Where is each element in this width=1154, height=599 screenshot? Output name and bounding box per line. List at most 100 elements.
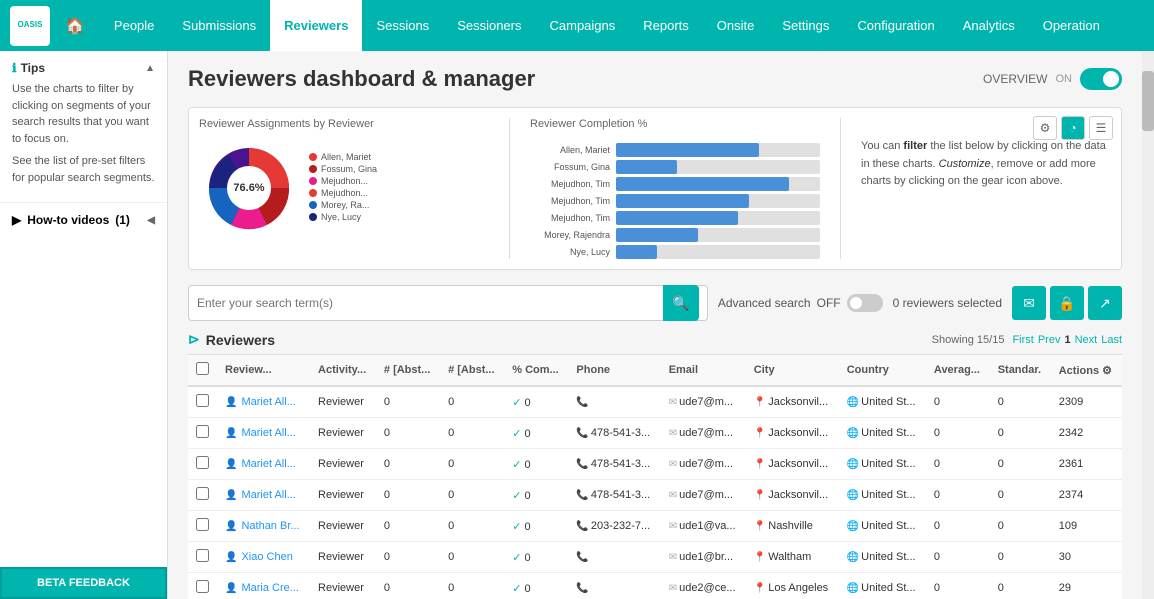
gear-icon-button[interactable]: ⚙ [1033, 116, 1057, 140]
row-email[interactable]: ✉ude7@m... [661, 418, 746, 449]
nav-item-operation[interactable]: Operation [1029, 0, 1114, 51]
nav-item-reports[interactable]: Reports [629, 0, 703, 51]
row-name[interactable]: 👤Mariet All... [217, 480, 310, 511]
beta-feedback-button[interactable]: BETA FEEDBACK [0, 567, 167, 599]
pagination-prev[interactable]: Prev [1038, 334, 1061, 346]
row-name[interactable]: 👤Nathan Br... [217, 511, 310, 542]
row-checkbox-cell[interactable] [188, 480, 217, 511]
bar-track [616, 211, 820, 225]
row-name[interactable]: 👤Mariet All... [217, 386, 310, 418]
row-checkbox[interactable] [196, 425, 209, 438]
pie-chart[interactable]: 76.6% [199, 138, 299, 238]
search-button[interactable]: 🔍 [663, 285, 699, 321]
row-checkbox-cell[interactable] [188, 542, 217, 573]
table-row: 👤Mariet All... Reviewer 0 0 ✓ 0 📞478-541… [188, 480, 1122, 511]
row-name[interactable]: 👤Xiao Chen [217, 542, 310, 573]
bar-row[interactable]: Nye, Lucy [530, 245, 820, 259]
row-name[interactable]: 👤Mariet All... [217, 449, 310, 480]
row-email[interactable]: ✉ude7@m... [661, 386, 746, 418]
nav-item-onsite[interactable]: Onsite [703, 0, 769, 51]
col-activity[interactable]: Activity... [310, 355, 376, 387]
how-to-collapse-chevron[interactable]: ◀ [147, 215, 155, 226]
scrollbar[interactable] [1142, 51, 1154, 599]
row-email[interactable]: ✉ude7@m... [661, 480, 746, 511]
nav-item-settings[interactable]: Settings [768, 0, 843, 51]
col-country[interactable]: Country [839, 355, 926, 387]
row-checkbox-cell[interactable] [188, 418, 217, 449]
bar-row[interactable]: Morey, Rajendra [530, 228, 820, 242]
col-comp[interactable]: % Com... [504, 355, 568, 387]
email-icon: ✉ [669, 552, 677, 563]
nav-item-submissions[interactable]: Submissions [168, 0, 270, 51]
email-action-button[interactable]: ✉ [1012, 286, 1046, 320]
select-all-header[interactable] [188, 355, 217, 387]
pagination-next[interactable]: Next [1075, 334, 1098, 346]
nav-item-sessioners[interactable]: Sessioners [443, 0, 535, 51]
row-checkbox[interactable] [196, 394, 209, 407]
nav-item-analytics[interactable]: Analytics [949, 0, 1029, 51]
col-reviewer[interactable]: Review... [217, 355, 310, 387]
phone-icon: 📞 [576, 397, 588, 408]
nav-item-campaigns[interactable]: Campaigns [536, 0, 630, 51]
nav-item-configuration[interactable]: Configuration [843, 0, 948, 51]
col-abs2[interactable]: # [Abst... [440, 355, 504, 387]
row-avg: 0 [926, 418, 990, 449]
row-avg: 0 [926, 542, 990, 573]
home-button[interactable]: 🏠 [60, 11, 90, 41]
row-checkbox[interactable] [196, 518, 209, 531]
row-city: 📍Nashville [746, 511, 839, 542]
tips-collapse-chevron[interactable]: ▲ [145, 63, 155, 74]
select-all-checkbox[interactable] [196, 362, 209, 375]
advanced-search-toggle[interactable] [847, 294, 883, 312]
col-std[interactable]: Standar. [990, 355, 1051, 387]
row-email[interactable]: ✉ude7@m... [661, 449, 746, 480]
bar-row[interactable]: Allen, Mariet [530, 143, 820, 157]
row-checkbox[interactable] [196, 487, 209, 500]
logo: OASIS [10, 6, 50, 46]
row-checkbox[interactable] [196, 580, 209, 593]
col-avg[interactable]: Averag... [926, 355, 990, 387]
bar-fill [616, 228, 698, 242]
bar-row[interactable]: Mejudhon, Tim [530, 177, 820, 191]
col-abs1[interactable]: # [Abst... [376, 355, 440, 387]
overview-toggle-switch[interactable] [1080, 68, 1122, 90]
search-input[interactable] [197, 296, 663, 310]
bar-row[interactable]: Fossum, Gina [530, 160, 820, 174]
row-email[interactable]: ✉ude1@br... [661, 542, 746, 573]
row-checkbox[interactable] [196, 456, 209, 469]
row-email[interactable]: ✉ude1@va... [661, 511, 746, 542]
row-checkbox[interactable] [196, 549, 209, 562]
row-name[interactable]: 👤Mariet All... [217, 418, 310, 449]
nav-item-reviewers[interactable]: Reviewers [270, 0, 362, 51]
row-activity: Reviewer [310, 542, 376, 573]
col-phone[interactable]: Phone [568, 355, 660, 387]
pagination-last[interactable]: Last [1101, 334, 1122, 346]
row-actions: 2361 [1051, 449, 1122, 480]
bar-chart[interactable]: Allen, Mariet Fossum, Gina Mejudhon, Tim… [530, 138, 820, 259]
col-actions[interactable]: Actions ⚙ [1051, 355, 1122, 387]
bar-row[interactable]: Mejudhon, Tim [530, 211, 820, 225]
nav-item-sessions[interactable]: Sessions [362, 0, 443, 51]
nav-item-people[interactable]: People [100, 0, 168, 51]
list-view-button[interactable]: ☰ [1089, 116, 1113, 140]
col-email[interactable]: Email [661, 355, 746, 387]
row-name[interactable]: 👤Maria Cre... [217, 573, 310, 599]
row-checkbox-cell[interactable] [188, 386, 217, 418]
export-action-button[interactable]: ↗ [1088, 286, 1122, 320]
phone-icon: 📞 [576, 490, 588, 501]
row-checkbox-cell[interactable] [188, 511, 217, 542]
row-checkbox-cell[interactable] [188, 573, 217, 599]
row-country: 🌐United St... [839, 449, 926, 480]
row-phone: 📞203-232-7... [568, 511, 660, 542]
scrollbar-thumb[interactable] [1142, 71, 1154, 131]
legend-item-2: Mejudhon... [321, 176, 368, 186]
pie-view-button[interactable]: ◔ [1061, 116, 1085, 140]
pagination-first[interactable]: First [1012, 334, 1033, 346]
col-city[interactable]: City [746, 355, 839, 387]
row-email[interactable]: ✉ude2@ce... [661, 573, 746, 599]
lock-action-button[interactable]: 🔒 [1050, 286, 1084, 320]
tips-section: ℹ Tips ▲ Use the charts to filter by cli… [0, 51, 167, 203]
map-icon: 📍 [754, 459, 766, 470]
row-checkbox-cell[interactable] [188, 449, 217, 480]
bar-row[interactable]: Mejudhon, Tim [530, 194, 820, 208]
